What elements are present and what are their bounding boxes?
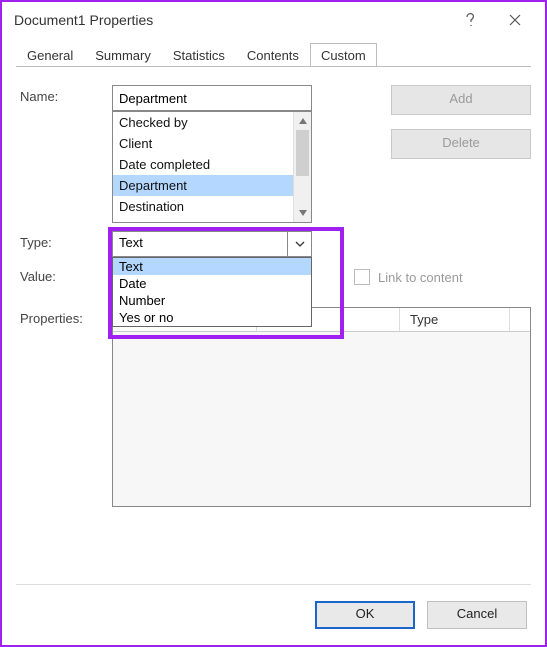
type-label: Type: xyxy=(20,231,112,250)
type-option[interactable]: Yes or no xyxy=(113,309,311,326)
list-item[interactable]: Checked by xyxy=(113,112,293,133)
tab-general[interactable]: General xyxy=(16,43,84,67)
type-value: Text xyxy=(113,232,287,256)
link-to-content-label: Link to content xyxy=(378,270,463,285)
tab-summary[interactable]: Summary xyxy=(84,43,162,67)
tab-custom[interactable]: Custom xyxy=(310,43,377,67)
list-item[interactable]: Client xyxy=(113,133,293,154)
scroll-thumb[interactable] xyxy=(296,130,309,176)
scrollbar[interactable] xyxy=(293,112,311,222)
cancel-button[interactable]: Cancel xyxy=(427,601,527,629)
scroll-down-icon[interactable] xyxy=(294,204,311,222)
delete-button[interactable]: Delete xyxy=(391,129,531,159)
help-button[interactable] xyxy=(449,5,493,35)
name-label: Name: xyxy=(20,85,112,104)
properties-label: Properties: xyxy=(20,307,112,326)
col-spacer xyxy=(510,308,530,331)
name-input[interactable] xyxy=(112,85,312,111)
type-option[interactable]: Number xyxy=(113,292,311,309)
list-item[interactable]: Date completed xyxy=(113,154,293,175)
tab-contents[interactable]: Contents xyxy=(236,43,310,67)
scroll-up-icon[interactable] xyxy=(294,112,311,130)
type-dropdown-list[interactable]: Text Date Number Yes or no xyxy=(112,257,312,327)
type-option[interactable]: Text xyxy=(113,258,311,275)
value-label: Value: xyxy=(20,265,112,284)
tab-custom-label: Custom xyxy=(321,48,366,63)
titlebar: Document1 Properties xyxy=(2,2,545,38)
properties-listview[interactable]: Name Value Type xyxy=(112,307,531,507)
type-option[interactable]: Date xyxy=(113,275,311,292)
name-suggestion-list[interactable]: Checked by Client Date completed Departm… xyxy=(112,111,312,223)
list-item[interactable]: Department xyxy=(113,175,293,196)
tabstrip: General Summary Statistics Contents Cust… xyxy=(2,38,545,66)
col-type[interactable]: Type xyxy=(400,308,510,331)
tab-statistics-label: Statistics xyxy=(173,48,225,63)
list-item[interactable]: Disposition xyxy=(113,217,293,222)
list-item[interactable]: Destination xyxy=(113,196,293,217)
tab-statistics[interactable]: Statistics xyxy=(162,43,236,67)
dialog-footer: OK Cancel xyxy=(2,591,545,645)
tab-contents-label: Contents xyxy=(247,48,299,63)
type-combobox[interactable]: Text xyxy=(112,231,312,257)
close-button[interactable] xyxy=(493,5,537,35)
add-button[interactable]: Add xyxy=(391,85,531,115)
link-to-content-checkbox[interactable] xyxy=(354,269,370,285)
chevron-down-icon[interactable] xyxy=(287,232,311,256)
ok-button[interactable]: OK xyxy=(315,601,415,629)
window-title: Document1 Properties xyxy=(14,12,449,28)
tab-summary-label: Summary xyxy=(95,48,151,63)
tab-general-label: General xyxy=(27,48,73,63)
